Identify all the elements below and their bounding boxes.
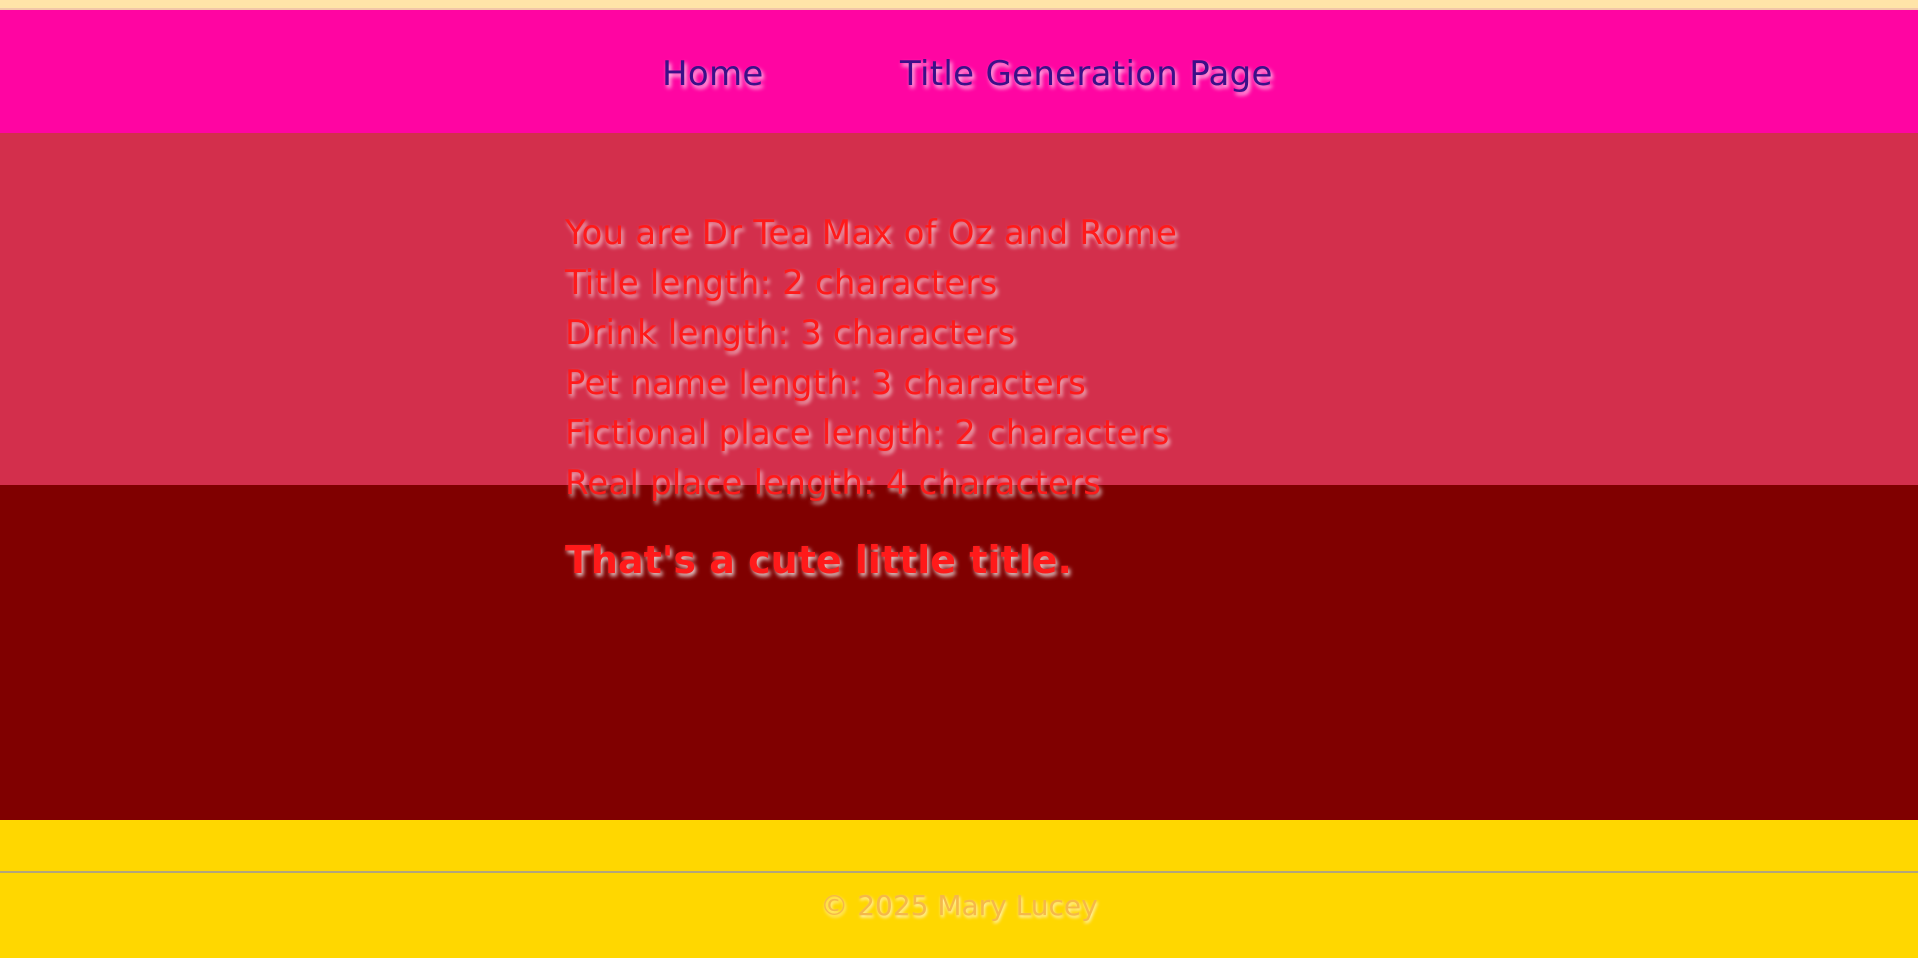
top-strip <box>0 0 1918 10</box>
fictional-place-length-line: Fictional place length: 2 characters <box>565 413 1170 453</box>
result-panel: You are Dr Tea Max of Oz and Rome Title … <box>565 208 1465 582</box>
drink-length-line: Drink length: 3 characters <box>565 313 1016 353</box>
nav-link-title-generation[interactable]: Title Generation Page <box>900 54 1273 94</box>
pet-name-length-line: Pet name length: 3 characters <box>565 363 1086 403</box>
navbar: Home Title Generation Page <box>0 10 1918 133</box>
footer: © 2025 Mary Lucey <box>0 873 1918 958</box>
generated-title: You are Dr Tea Max of Oz and Rome <box>565 213 1178 253</box>
page: Home Title Generation Page You are Dr Te… <box>0 0 1918 958</box>
title-length-line: Title length: 2 characters <box>565 263 998 303</box>
copyright-text: © 2025 Mary Lucey <box>820 889 1098 922</box>
real-place-length-line: Real place length: 4 characters <box>565 463 1102 503</box>
footer-spacer <box>0 820 1918 871</box>
title-verdict: That's a cute little title. <box>565 538 1072 582</box>
nav-link-home[interactable]: Home <box>662 54 764 94</box>
